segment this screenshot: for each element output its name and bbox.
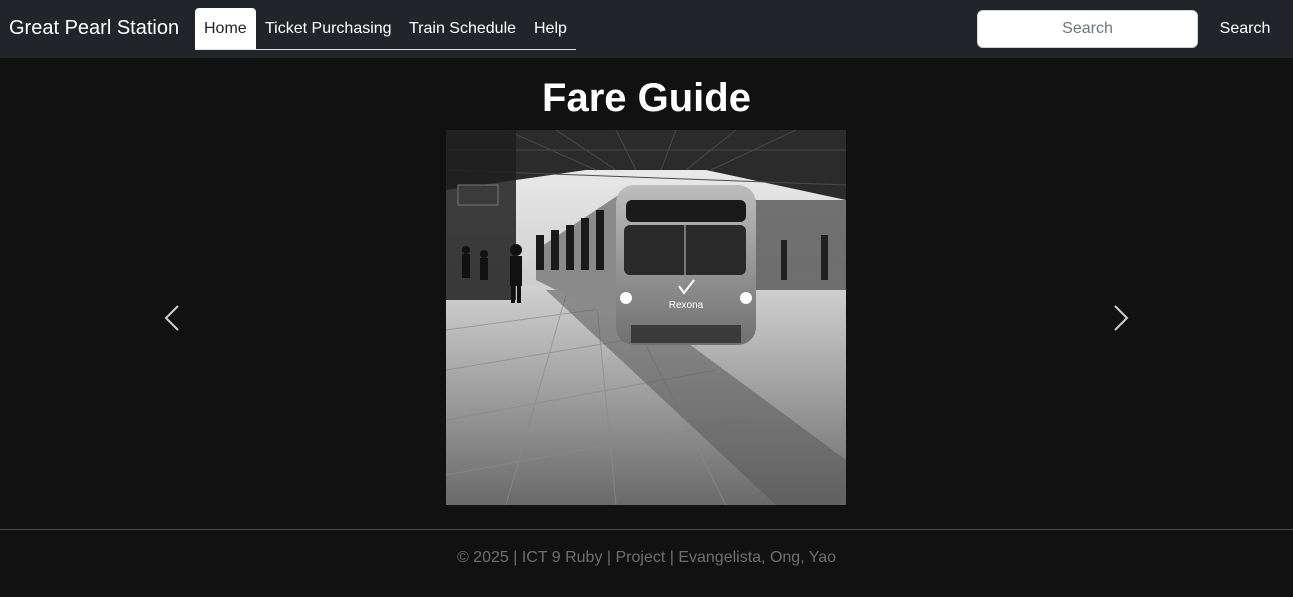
brand-name[interactable]: Great Pearl Station bbox=[9, 17, 179, 39]
top-navbar: Great Pearl Station Home Ticket Purchasi… bbox=[0, 0, 1293, 58]
chevron-left-icon bbox=[164, 305, 179, 331]
carousel-prev-button[interactable] bbox=[158, 300, 188, 336]
tab-home[interactable]: Home bbox=[195, 8, 256, 49]
chevron-right-icon bbox=[1114, 305, 1129, 331]
search-input[interactable] bbox=[977, 10, 1198, 48]
tab-ticket-purchasing[interactable]: Ticket Purchasing bbox=[265, 8, 392, 49]
nav-tabs: Home Ticket Purchasing Train Schedule He… bbox=[195, 8, 576, 50]
train-logo-text: Rexona bbox=[669, 300, 704, 311]
footer-copyright: © 2025 | ICT 9 Ruby | Project | Evangeli… bbox=[456, 549, 837, 566]
carousel-next-button[interactable] bbox=[1105, 300, 1135, 336]
tab-help[interactable]: Help bbox=[534, 8, 567, 49]
page-footer: © 2025 | ICT 9 Ruby | Project | Evangeli… bbox=[0, 529, 1293, 597]
page-title: Fare Guide bbox=[542, 76, 751, 120]
tab-train-schedule[interactable]: Train Schedule bbox=[409, 8, 516, 49]
carousel-image-train-platform: Rexona bbox=[446, 130, 846, 505]
search-button[interactable]: Search bbox=[1210, 10, 1280, 48]
